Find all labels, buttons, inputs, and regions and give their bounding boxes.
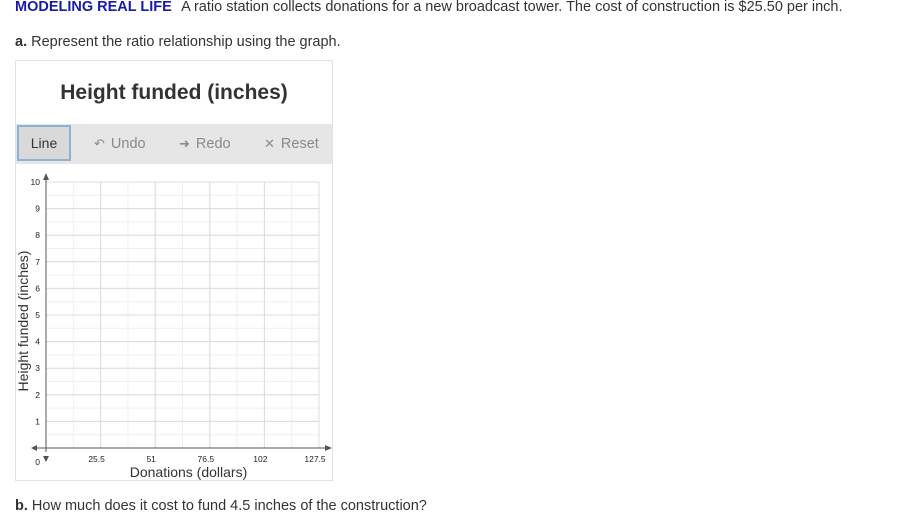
y-tick-label: 8 [35,230,40,240]
y-tick-label: 4 [35,337,40,347]
problem-text: A ratio station collects donations for a… [181,0,843,15]
line-tool-button[interactable]: Line [17,125,71,161]
part-a-prompt: a. Represent the ratio relationship usin… [15,34,341,50]
graph-toolbar: Line ↶ Undo ➜ Redo ✕ Reset [16,124,332,164]
y-axis-label: Height funded (inches) [16,251,31,392]
x-axis-arrow-right [325,445,332,451]
origin-label: 0 [35,457,40,467]
graphing-widget: Height funded (inches) Line ↶ Undo ➜ Redo … [15,60,333,481]
part-a-label: a. [15,34,28,50]
part-b-prompt: b. How much does it cost to fund 4.5 inc… [15,498,427,514]
x-tick-label: 127.5 [304,454,326,464]
y-axis-arrow-down [43,456,49,462]
x-axis-label: Donations (dollars) [130,464,248,480]
problem-statement: MODELING REAL LIFE A ratio station colle… [15,0,843,14]
reset-label: Reset [280,136,319,152]
y-axis-arrow-up [43,173,49,180]
y-tick-label: 7 [35,257,40,267]
y-tick-label: 1 [35,416,40,426]
x-tick-label: 51 [146,454,156,464]
y-tick-label: 6 [35,283,40,293]
x-tick-label: 25.5 [88,454,105,464]
y-tick-label: 9 [35,204,40,214]
tick-labels: 25.5 51 76.5 102 127.5 1 2 3 4 5 6 7 8 9 10 0 [31,177,326,467]
y-tick-label: 10 [31,177,41,187]
y-tick-label: 5 [35,310,40,320]
redo-button[interactable]: ➜ Redo [179,124,231,164]
modeling-real-life-tag: MODELING REAL LIFE [15,0,172,15]
y-tick-label: 2 [35,390,40,400]
part-b-text: How much does it cost to fund 4.5 inches… [31,498,427,514]
x-icon: ✕ [264,136,275,151]
x-tick-label: 102 [253,454,267,464]
coordinate-plane[interactable]: 25.5 51 76.5 102 127.5 1 2 3 4 5 6 7 8 9 10 0 Donations… [16,164,332,480]
redo-arrow-icon: ➜ [179,136,190,151]
y-tick-label: 3 [35,363,40,373]
reset-button[interactable]: ✕ Reset [264,124,319,164]
part-a-text: Represent the ratio relationship using t… [31,34,341,50]
undo-button[interactable]: ↶ Undo [94,124,146,164]
x-axis-arrow-left [31,445,37,451]
graph-title: Height funded (inches) [60,81,288,104]
redo-label: Redo [195,136,231,152]
part-b-label: b. [15,498,28,514]
undo-label: Undo [110,136,146,152]
undo-arrow-icon: ↶ [94,136,105,151]
x-tick-label: 76.5 [198,454,215,464]
axes [31,173,332,462]
